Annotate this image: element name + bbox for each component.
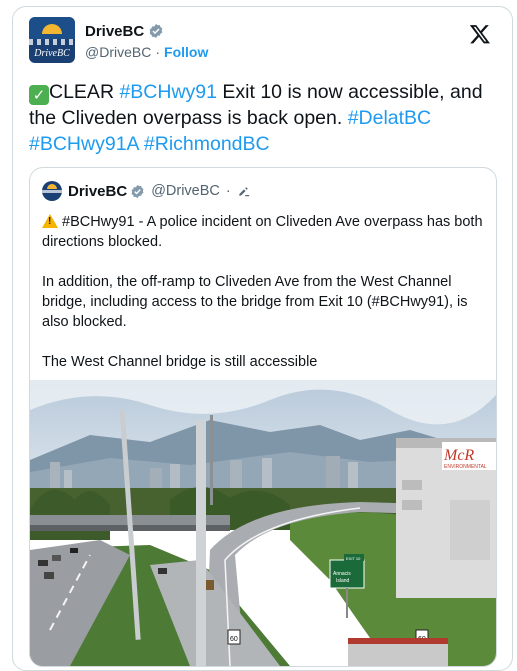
svg-text:60: 60 xyxy=(230,636,238,643)
author-handle[interactable]: @DriveBC xyxy=(85,44,151,60)
check-mark-emoji: ✓ xyxy=(29,85,49,105)
quoted-paragraph-1-text: #BCHwy91 - A police incident on Cliveden… xyxy=(42,214,483,250)
exit-sign-dest-1: Annacis xyxy=(333,571,351,577)
quoted-avatar-sun xyxy=(47,184,57,189)
speed-sign-1: 60 xyxy=(227,629,241,645)
exit-sign-dest-2: Island xyxy=(336,578,350,584)
tweet-card: DriveBC DriveBC @DriveBC · Follow ✓ CLEAR… xyxy=(12,6,513,671)
quoted-tweet[interactable]: DriveBC @DriveBC · ! #BCHwy91 - A police… xyxy=(29,167,497,667)
exit-sign-number: EXIT 10 xyxy=(346,556,361,561)
quoted-header: DriveBC @DriveBC · xyxy=(42,180,251,202)
x-logo-icon[interactable] xyxy=(469,23,491,45)
trees-left xyxy=(30,489,110,540)
follow-button[interactable]: Follow xyxy=(164,44,208,60)
status-word: CLEAR xyxy=(49,81,115,103)
quoted-body: ! #BCHwy91 - A police incident on Clived… xyxy=(42,212,486,392)
tweet-text: ✓ CLEAR #BCHwy91 Exit 10 is now accessibl… xyxy=(29,79,499,157)
building-sub: ENVIRONMENTAL xyxy=(444,464,487,470)
author-name-row: DriveBC xyxy=(85,21,164,41)
quoted-separator: · xyxy=(225,183,231,199)
hashtag-bchwy91[interactable]: #BCHwy91 xyxy=(119,81,217,103)
author-handle-row: @DriveBC · Follow xyxy=(85,44,208,60)
truck xyxy=(348,638,448,666)
edit-pencil-icon xyxy=(239,187,249,197)
quoted-paragraph-2: In addition, the off-ramp to Cliveden Av… xyxy=(42,274,468,330)
industrial-building: McR ENVIRONMENTAL xyxy=(396,438,496,598)
highway-photo[interactable]: McR ENVIRONMENTAL EXIT 10 Annacis Island… xyxy=(30,380,496,666)
verified-badge-icon xyxy=(149,24,163,38)
author-avatar[interactable]: DriveBC xyxy=(29,17,75,63)
tweet-header: DriveBC DriveBC @DriveBC · Follow xyxy=(29,17,495,65)
warning-emoji: ! xyxy=(42,214,58,228)
handle-separator: · xyxy=(155,44,161,60)
avatar-waves xyxy=(29,39,75,45)
quoted-paragraph-1: ! #BCHwy91 - A police incident on Clived… xyxy=(42,212,486,252)
quoted-paragraph-3: The West Channel bridge is still accessi… xyxy=(42,354,318,370)
building-logo: McR xyxy=(443,447,474,464)
quoted-avatar-wave xyxy=(42,190,62,193)
verified-badge-icon xyxy=(131,184,144,198)
hashtag-delatbc[interactable]: #DelatBC xyxy=(348,107,431,129)
quoted-handle[interactable]: @DriveBC xyxy=(151,183,220,199)
author-display-name[interactable]: DriveBC xyxy=(85,23,144,40)
light-pole-mid xyxy=(210,415,213,505)
quoted-display-name[interactable]: DriveBC xyxy=(68,183,127,200)
avatar-brand-text: DriveBC xyxy=(34,48,70,59)
light-pole-center xyxy=(196,420,206,666)
quoted-avatar[interactable] xyxy=(42,181,62,201)
hashtag-bchwy91a[interactable]: #BCHwy91A xyxy=(29,133,138,155)
hashtag-richmondbc[interactable]: #RichmondBC xyxy=(144,133,270,155)
